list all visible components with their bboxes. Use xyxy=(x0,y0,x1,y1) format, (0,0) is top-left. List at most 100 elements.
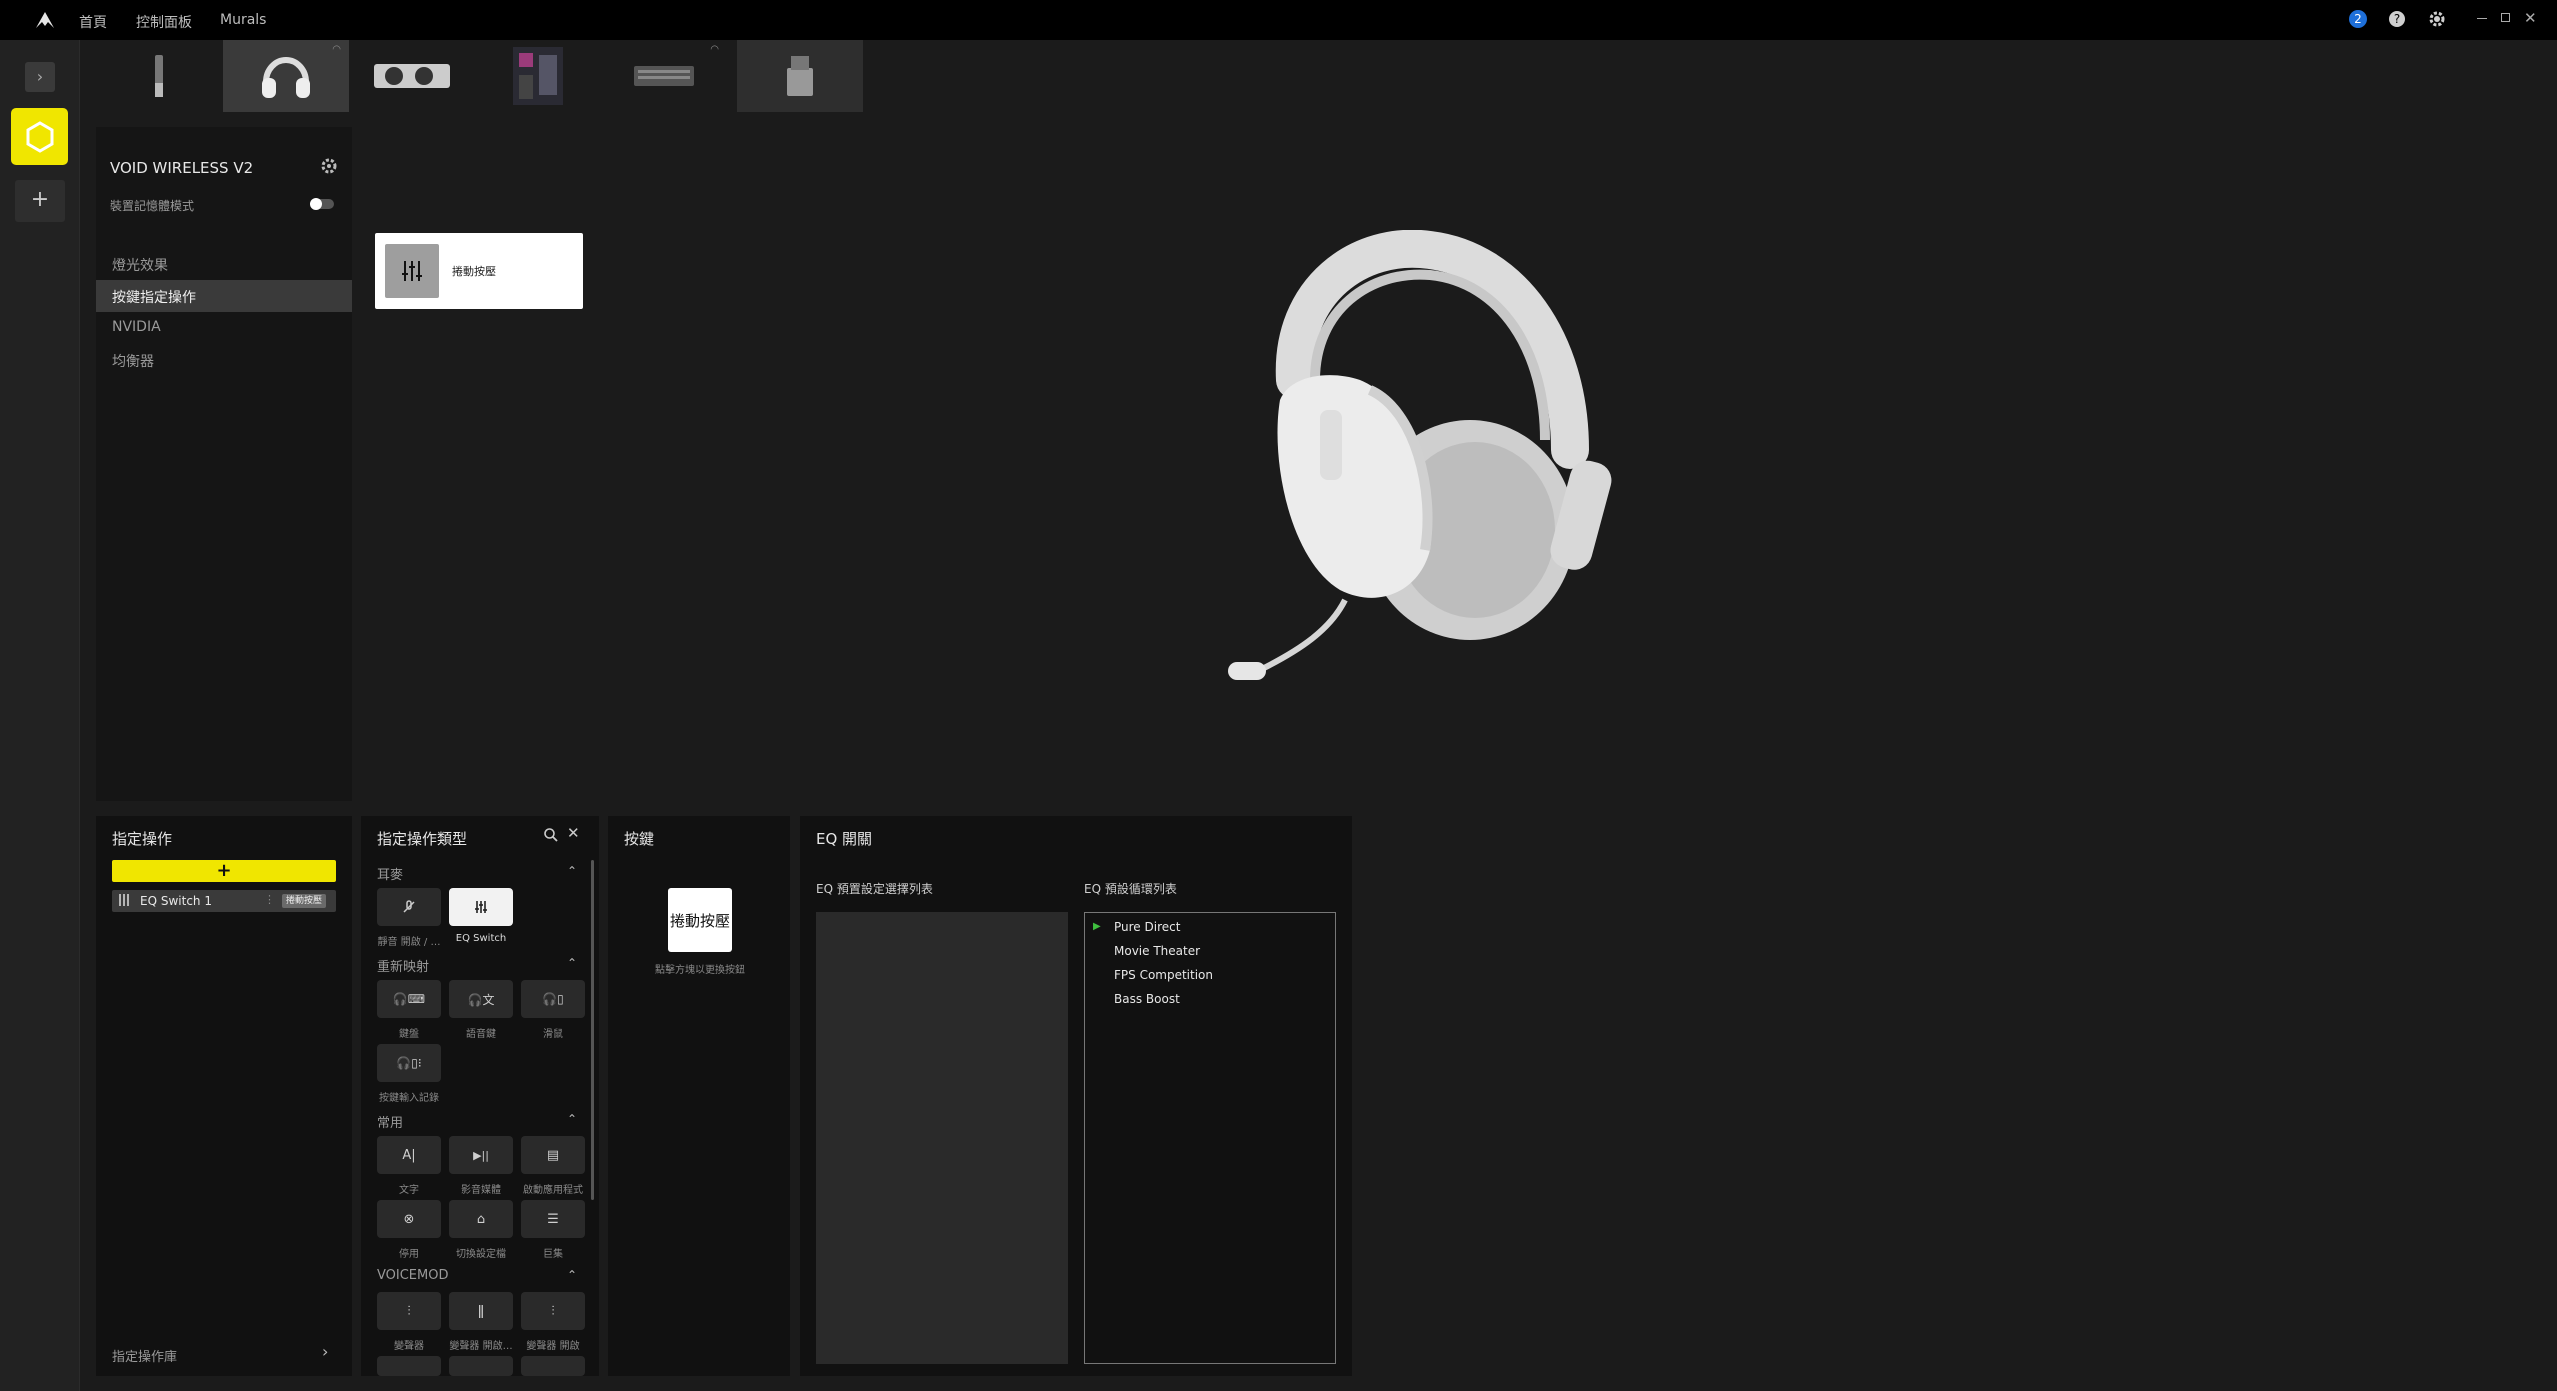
key-select-button[interactable]: 捲動按壓 xyxy=(668,888,732,952)
launch-app-label: 啟動應用程式 xyxy=(523,1185,583,1196)
mute-toggle-button[interactable] xyxy=(377,888,441,926)
add-profile-button[interactable]: + xyxy=(15,180,65,222)
eq-cycle-list[interactable]: ▶ Pure Direct Movie Theater FPS Competit… xyxy=(1084,912,1336,1364)
more-types-row[interactable] xyxy=(521,1356,585,1376)
eq-cycle-item[interactable]: Bass Boost xyxy=(1114,992,1180,1006)
nav-murals[interactable]: Murals xyxy=(220,12,266,28)
more-types-row[interactable] xyxy=(449,1356,513,1376)
add-assignment-button[interactable]: + xyxy=(112,860,336,882)
play-pause-icon: ▶|| xyxy=(473,1148,489,1162)
assignment-item[interactable]: EQ Switch 1 ⋮ 捲動按壓 xyxy=(112,890,336,912)
section-remap-title: 重新映射 xyxy=(377,960,430,975)
restore-icon[interactable] xyxy=(2501,13,2510,22)
device-tile-headset[interactable]: ◠ xyxy=(223,40,349,112)
remap-keyboard-button[interactable]: 🎧⌨ xyxy=(377,980,441,1018)
corsair-logo-icon[interactable] xyxy=(34,10,56,30)
eq-sliders-icon xyxy=(117,893,131,907)
device-tile-motherboard[interactable] xyxy=(475,40,601,112)
scrollbar[interactable] xyxy=(591,860,594,1200)
voice-changer-toggle-button[interactable]: ǁ xyxy=(449,1292,513,1330)
help-icon[interactable]: ? xyxy=(2388,10,2406,28)
text-label: 文字 xyxy=(399,1185,419,1196)
menu-key-assignment[interactable]: 按鍵指定操作 xyxy=(96,280,352,312)
eq-sliders-icon xyxy=(385,244,439,298)
eq-switch-panel: EQ 開關 EQ 預置設定選擇列表 EQ 預設循環列表 ▶ Pure Direc… xyxy=(800,816,1352,1376)
device-settings-icon[interactable] xyxy=(320,157,338,175)
text-button[interactable]: A| xyxy=(377,1136,441,1174)
eq-panel-title: EQ 開關 xyxy=(816,830,873,848)
title-bar: 首頁 控制面板 Murals 2 ? ✕ xyxy=(0,0,2557,40)
assignment-library-label[interactable]: 指定操作庫 xyxy=(112,1346,177,1365)
close-icon[interactable]: ✕ xyxy=(2524,9,2537,27)
voice-changer-button[interactable]: ⫶ xyxy=(377,1292,441,1330)
device-settings-panel: VOID WIRELESS V2 裝置記憶體模式 燈光效果 按鍵指定操作 NVI… xyxy=(96,127,352,801)
device-tile-gpu[interactable] xyxy=(349,40,475,112)
device-tile-receiver[interactable] xyxy=(737,40,863,112)
chevron-up-icon[interactable]: ⌃ xyxy=(567,1112,577,1126)
close-icon[interactable]: ✕ xyxy=(567,824,580,842)
keyboard-icon xyxy=(634,66,694,86)
eq-cycle-item[interactable]: Pure Direct xyxy=(1114,920,1180,934)
chevron-right-icon[interactable]: › xyxy=(322,1342,328,1361)
assignment-item-name: EQ Switch 1 xyxy=(140,894,212,908)
nav-home[interactable]: 首頁 xyxy=(79,12,107,32)
key-card-scroll-press[interactable]: 捲動按壓 xyxy=(375,233,583,309)
macro-label: 巨集 xyxy=(543,1249,563,1260)
remap-mouse-label: 滑鼠 xyxy=(543,1029,563,1040)
voice-key-icon: 🎧文 xyxy=(467,992,495,1007)
mouse-icon: 🎧▯ xyxy=(542,992,564,1006)
drag-handle-icon[interactable]: ⋮ xyxy=(264,893,275,906)
media-button[interactable]: ▶|| xyxy=(449,1136,513,1174)
launch-app-button[interactable]: ▤ xyxy=(521,1136,585,1174)
key-select-hint: 點擊方塊以更換按鈕 xyxy=(655,965,745,976)
menu-lighting[interactable]: 燈光效果 xyxy=(112,255,168,275)
voice-changer-on-button[interactable]: ⫶ xyxy=(521,1292,585,1330)
more-types-row[interactable] xyxy=(377,1356,441,1376)
eq-cycle-list-title: EQ 預設循環列表 xyxy=(1084,882,1177,896)
text-icon: A| xyxy=(402,1147,416,1163)
chevron-up-icon[interactable]: ⌃ xyxy=(567,956,577,970)
eq-cycle-item[interactable]: FPS Competition xyxy=(1114,968,1213,982)
macro-button[interactable]: ☰ xyxy=(521,1200,585,1238)
eq-switch-button[interactable] xyxy=(449,888,513,926)
wireless-icon: ◠ xyxy=(332,44,341,55)
menu-key-assignment-label: 按鍵指定操作 xyxy=(112,290,196,306)
remap-mouse-button[interactable]: 🎧▯ xyxy=(521,980,585,1018)
switch-profile-button[interactable]: ⌂ xyxy=(449,1200,513,1238)
profile-icon[interactable] xyxy=(11,108,68,165)
keys-panel: 按鍵 捲動按壓 點擊方塊以更換按鈕 xyxy=(608,816,790,1376)
keyboard-icon: 🎧⌨ xyxy=(392,992,426,1006)
eq-preset-list[interactable] xyxy=(816,912,1068,1364)
minimize-icon[interactable] xyxy=(2477,18,2487,19)
search-icon[interactable] xyxy=(543,827,559,843)
notification-badge[interactable]: 2 xyxy=(2349,10,2367,28)
motherboard-icon xyxy=(513,47,563,105)
chevron-up-icon[interactable]: ⌃ xyxy=(567,864,577,878)
device-tile-keyboard[interactable]: ◠ xyxy=(601,40,727,112)
menu-equalizer[interactable]: 均衡器 xyxy=(112,351,154,371)
play-icon: ▶ xyxy=(1093,921,1101,932)
mic-mute-icon xyxy=(403,900,415,913)
disable-button[interactable]: ⊗ xyxy=(377,1200,441,1238)
profile-switch-icon: ⌂ xyxy=(476,1211,486,1227)
remap-keyboard-label: 鍵盤 xyxy=(399,1029,419,1040)
key-record-icon: 🎧▯⁝ xyxy=(396,1056,422,1070)
chevron-up-icon[interactable]: ⌃ xyxy=(567,1268,577,1282)
device-tile-dongle[interactable] xyxy=(96,40,222,112)
menu-nvidia[interactable]: NVIDIA xyxy=(112,319,161,335)
voice-changer-icon: ǁ xyxy=(477,1303,485,1319)
left-rail: › + xyxy=(0,40,80,1391)
remap-voice-button[interactable]: 🎧文 xyxy=(449,980,513,1018)
memory-mode-toggle[interactable] xyxy=(310,198,334,210)
section-voicemod-title: VOICEMOD xyxy=(377,1268,449,1283)
eq-cycle-item[interactable]: Movie Theater xyxy=(1114,944,1200,958)
remap-key-record-button[interactable]: 🎧▯⁝ xyxy=(377,1044,441,1082)
assignment-types-panel: 指定操作類型 ✕ 耳麥 ⌃ 靜音 開啟 / … EQ Switch 重新映射 ⌃… xyxy=(361,816,599,1376)
device-name: VOID WIRELESS V2 xyxy=(110,159,254,177)
settings-icon[interactable] xyxy=(2428,10,2446,28)
nav-dashboard[interactable]: 控制面板 xyxy=(136,12,192,32)
expand-rail-button[interactable]: › xyxy=(25,62,55,92)
voice-changer-icon: ⫶ xyxy=(551,1303,555,1319)
macro-list-icon: ☰ xyxy=(547,1211,559,1227)
disable-icon: ⊗ xyxy=(403,1211,415,1227)
